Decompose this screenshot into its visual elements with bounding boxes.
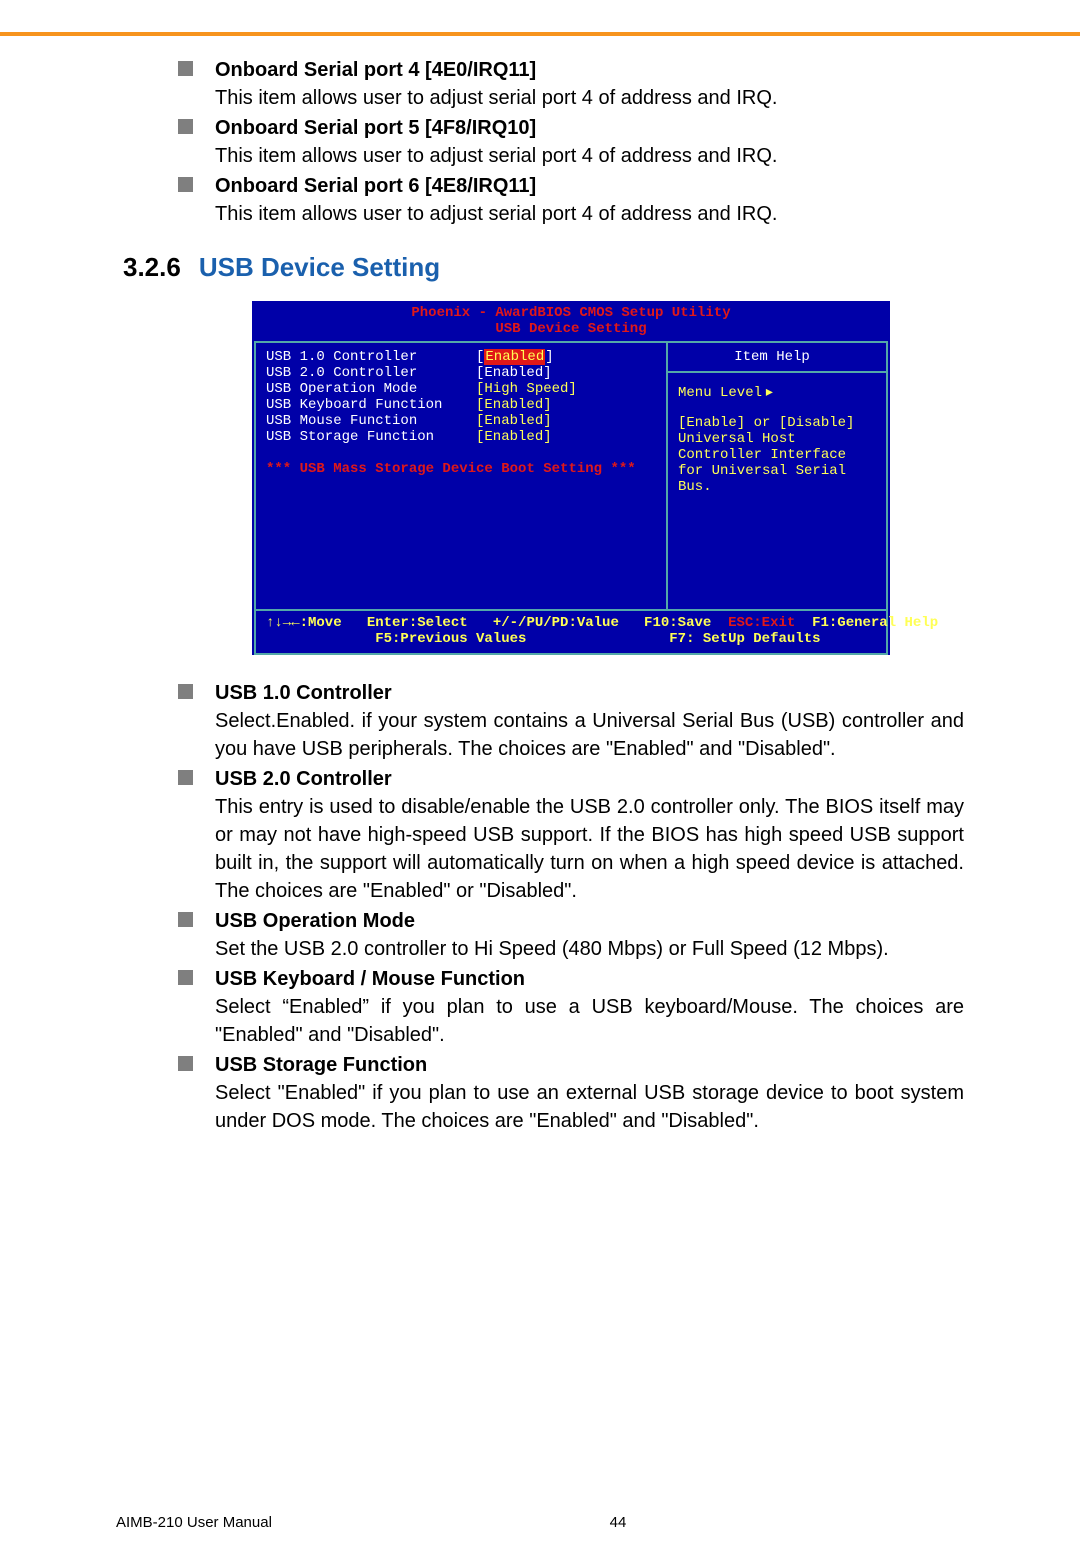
bios-title-1: Phoenix - AwardBIOS CMOS Setup Utility — [254, 301, 888, 321]
square-bullet-icon — [178, 970, 193, 985]
square-bullet-icon — [178, 1056, 193, 1071]
bios-key: USB 1.0 Controller — [266, 349, 476, 365]
section-heading: 3.2.6 USB Device Setting — [123, 252, 964, 283]
list-item: USB 2.0 Controller This entry is used to… — [178, 765, 964, 905]
bios-row: USB Operation Mode [High Speed] — [266, 381, 656, 397]
item-heading: USB Keyboard / Mouse Function — [215, 965, 964, 993]
bios-value: High Speed — [484, 381, 568, 397]
footer-left: AIMB-210 User Manual — [116, 1514, 272, 1531]
bios-footer: ↑↓→←:Move Enter:Select +/-/PU/PD:Value F… — [256, 611, 886, 653]
bios-help-title: Item Help — [678, 349, 876, 365]
bios-key: USB Mouse Function — [266, 413, 476, 429]
item-body: Select “Enabled” if you plan to use a US… — [215, 993, 964, 1049]
bios-key: USB Storage Function — [266, 429, 476, 445]
bios-menu-level: Menu Level ▸ — [678, 383, 876, 401]
item-body: Select.Enabled. if your system contains … — [215, 707, 964, 763]
item-heading: Onboard Serial port 5 [4F8/IRQ10] — [215, 114, 964, 142]
bios-key: USB Keyboard Function — [266, 397, 476, 413]
item-heading: USB Operation Mode — [215, 907, 964, 935]
bios-help-pane: Item Help Menu Level ▸ [Enable] or [Disa… — [666, 341, 888, 611]
page-footer: AIMB-210 User Manual 44 — [116, 1514, 964, 1531]
bios-value: Enabled — [484, 429, 543, 445]
square-bullet-icon — [178, 912, 193, 927]
list-item: USB Storage Function Select "Enabled" if… — [178, 1051, 964, 1135]
bios-row: USB 2.0 Controller [Enabled] — [266, 365, 656, 381]
item-heading: USB 2.0 Controller — [215, 765, 964, 793]
item-heading: Onboard Serial port 6 [4E8/IRQ11] — [215, 172, 964, 200]
bios-title-2: USB Device Setting — [254, 321, 888, 341]
square-bullet-icon — [178, 770, 193, 785]
bios-row: USB Mouse Function [Enabled] — [266, 413, 656, 429]
bios-boot-line: *** USB Mass Storage Device Boot Setting… — [266, 461, 656, 477]
bios-help-body: [Enable] or [Disable] Universal Host Con… — [678, 415, 876, 495]
square-bullet-icon — [178, 61, 193, 76]
list-item: Onboard Serial port 6 [4E8/IRQ11] This i… — [178, 172, 964, 228]
bios-left-pane: USB 1.0 Controller [Enabled] USB 2.0 Con… — [254, 341, 666, 611]
list-item: USB Operation Mode Set the USB 2.0 contr… — [178, 907, 964, 963]
list-item: USB 1.0 Controller Select.Enabled. if yo… — [178, 679, 964, 763]
item-body: This item allows user to adjust serial p… — [215, 84, 964, 112]
bios-key: USB Operation Mode — [266, 381, 476, 397]
footer-page: 44 — [610, 1514, 627, 1531]
section-title: USB Device Setting — [199, 252, 440, 282]
bios-screenshot: Phoenix - AwardBIOS CMOS Setup Utility U… — [252, 301, 890, 655]
list-item: Onboard Serial port 5 [4F8/IRQ10] This i… — [178, 114, 964, 170]
item-heading: USB 1.0 Controller — [215, 679, 964, 707]
item-heading: Onboard Serial port 4 [4E0/IRQ11] — [215, 56, 964, 84]
item-body: Set the USB 2.0 controller to Hi Speed (… — [215, 935, 964, 963]
item-body: Select "Enabled" if you plan to use an e… — [215, 1079, 964, 1135]
bios-value: Enabled — [484, 365, 543, 381]
item-body: This item allows user to adjust serial p… — [215, 200, 964, 228]
list-item: USB Keyboard / Mouse Function Select “En… — [178, 965, 964, 1049]
section-number: 3.2.6 — [123, 252, 181, 282]
bios-value: Enabled — [484, 349, 545, 365]
square-bullet-icon — [178, 684, 193, 699]
item-heading: USB Storage Function — [215, 1051, 964, 1079]
bios-value: Enabled — [484, 413, 543, 429]
bios-row: USB Storage Function [Enabled] — [266, 429, 656, 445]
list-item: Onboard Serial port 4 [4E0/IRQ11] This i… — [178, 56, 964, 112]
bios-row: USB Keyboard Function [Enabled] — [266, 397, 656, 413]
item-body: This item allows user to adjust serial p… — [215, 142, 964, 170]
item-body: This entry is used to disable/enable the… — [215, 793, 964, 905]
bios-value: Enabled — [484, 397, 543, 413]
bios-row: USB 1.0 Controller [Enabled] — [266, 349, 656, 365]
square-bullet-icon — [178, 177, 193, 192]
square-bullet-icon — [178, 119, 193, 134]
bios-key: USB 2.0 Controller — [266, 365, 476, 381]
